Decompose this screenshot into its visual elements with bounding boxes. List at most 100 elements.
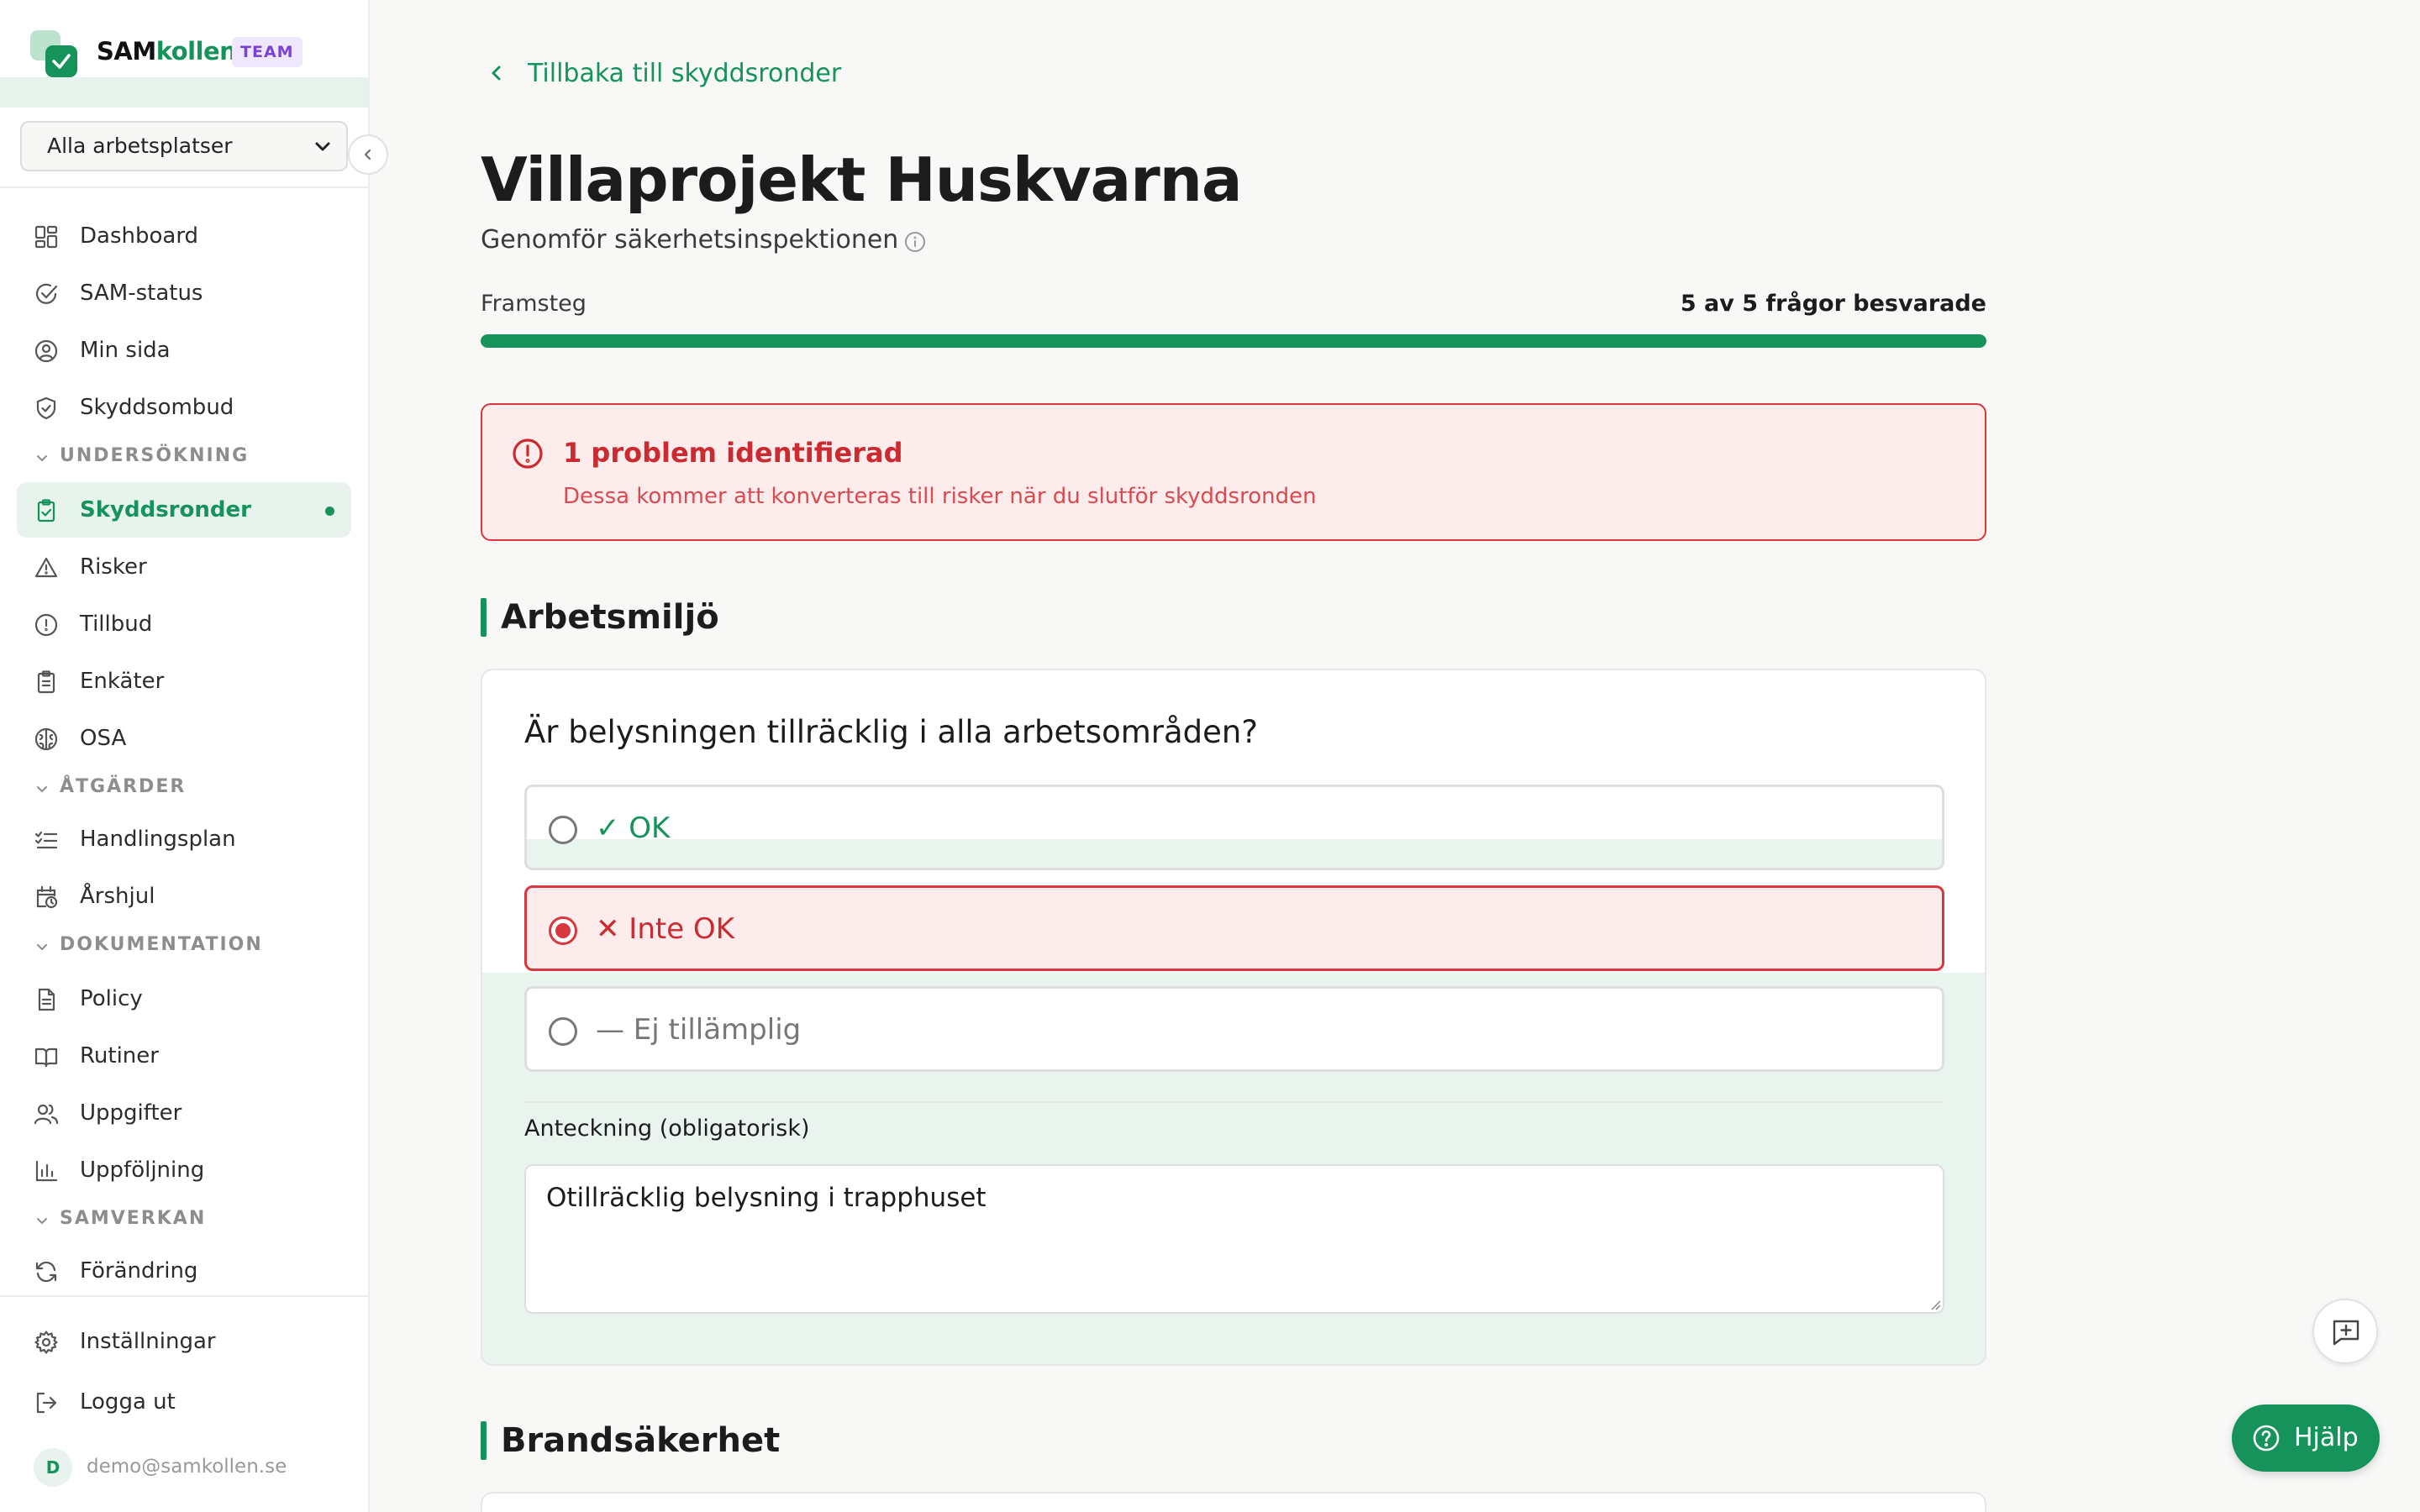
sidebar-item-label: Handlingsplan (80, 827, 236, 852)
radio-button[interactable] (549, 816, 577, 844)
sidebar-item-label: Skyddsombud (80, 395, 234, 420)
document-icon (38, 988, 55, 1011)
avatar: D (34, 1448, 72, 1487)
workplace-select-value: Alla arbetsplatser (47, 134, 233, 158)
clipboard-list-icon (37, 670, 55, 694)
note-label: Anteckning (obligatorisk) (524, 1116, 810, 1142)
sidebar-item-label: Risker (80, 554, 147, 580)
option-label: ✕ Inte OK (596, 912, 734, 946)
resize-grip-icon[interactable] (1929, 1299, 1941, 1310)
section-accent-bar (481, 598, 487, 637)
option-inte-ok[interactable]: ✕ Inte OK (524, 885, 1944, 971)
question-card: Är belysningen tillräcklig i alla arbets… (481, 669, 1986, 1366)
divider (524, 1101, 1944, 1103)
sidebar-item-policy[interactable]: Policy (17, 971, 351, 1026)
help-button[interactable]: Hjälp (2232, 1404, 2380, 1472)
feedback-button[interactable] (2312, 1299, 2378, 1364)
book-open-icon (34, 1047, 58, 1068)
sidebar-item-logga-ut[interactable]: Logga ut (17, 1374, 351, 1430)
sidebar-item-osa[interactable]: OSA (17, 711, 351, 766)
alert-title: 1 problem identifierad (563, 437, 903, 469)
collapse-sidebar-button[interactable] (348, 134, 388, 175)
option-label: — Ej tillämplig (596, 1013, 802, 1047)
alert-text: Dessa kommer att konverteras till risker… (563, 484, 1317, 509)
question-card (481, 1492, 1986, 1512)
radio-button-selected[interactable] (549, 916, 577, 945)
sidebar-item-uppfoljning[interactable]: Uppföljning (17, 1142, 351, 1198)
sidebar-item-label: Dashboard (80, 223, 199, 249)
progress-count: 5 av 5 frågor besvarade (1680, 291, 1986, 317)
bar-chart-icon (35, 1160, 58, 1182)
brain-icon (34, 727, 58, 751)
check-circle-icon (35, 283, 58, 304)
shield-icon (36, 396, 56, 420)
sidebar-item-installningar[interactable]: Inställningar (17, 1314, 351, 1369)
note-textarea[interactable] (524, 1164, 1944, 1314)
radio-button[interactable] (549, 1017, 577, 1046)
sidebar-item-label: Tillbud (80, 612, 153, 637)
sidebar-item-label: Min sida (80, 338, 171, 363)
option-ok[interactable]: ✓ OK (524, 785, 1944, 870)
sidebar-item-enkater[interactable]: Enkäter (17, 654, 351, 709)
sidebar-item-uppgifter[interactable]: Uppgifter (17, 1085, 351, 1141)
chevron-left-icon (492, 66, 501, 81)
sidebar-item-label: Logga ut (80, 1389, 176, 1415)
dashboard-icon (34, 225, 58, 249)
gear-icon (34, 1331, 58, 1354)
sidebar-item-label: Policy (80, 986, 143, 1011)
brand-name: SAMkollen (97, 37, 237, 66)
sidebar-item-label: Årshjul (80, 884, 155, 909)
checklist-icon (34, 831, 58, 849)
sidebar-divider (0, 186, 368, 188)
sidebar-item-sam-status[interactable]: SAM-status (17, 265, 351, 321)
sidebar-item-label: Uppföljning (80, 1158, 205, 1183)
sidebar-item-skyddsombud[interactable]: Skyddsombud (17, 380, 351, 435)
sidebar-item-label: OSA (80, 726, 127, 751)
logout-icon (36, 1392, 57, 1414)
chevron-down-icon (315, 142, 330, 151)
progress-bar-fill (481, 334, 1986, 348)
sidebar: SAMkollen TEAM Alla arbetsplatser Dashbo… (0, 0, 370, 1512)
sidebar-item-skyddsronder[interactable]: Skyddsronder (17, 482, 351, 538)
brand-header: SAMkollen TEAM (0, 0, 368, 108)
sidebar-item-tillbud[interactable]: Tillbud (17, 596, 351, 652)
team-badge: TEAM (232, 37, 302, 67)
sidebar-item-label: Skyddsronder (80, 497, 251, 522)
workplace-select[interactable]: Alla arbetsplatser (20, 121, 348, 171)
sidebar-item-label: Enkäter (80, 669, 165, 694)
sidebar-item-arshjul[interactable]: Årshjul (17, 869, 351, 924)
page-title: Villaprojekt Huskvarna (481, 144, 1243, 215)
user-email: demo@samkollen.se (87, 1456, 287, 1478)
chevron-down-icon (37, 1218, 47, 1225)
sidebar-item-label: Rutiner (80, 1043, 159, 1068)
help-circle-icon (2253, 1425, 2280, 1452)
clipboard-check-icon (37, 499, 55, 522)
question-text: Är belysningen tillräcklig i alla arbets… (524, 714, 1258, 750)
sidebar-item-handlingsplan[interactable]: Handlingsplan (17, 811, 351, 867)
info-icon[interactable] (903, 230, 927, 254)
option-ej-tillamplig[interactable]: — Ej tillämplig (524, 986, 1944, 1072)
sidebar-item-label: Uppgifter (80, 1100, 182, 1126)
sidebar-item-rutiner[interactable]: Rutiner (17, 1028, 351, 1084)
sidebar-item-min-sida[interactable]: Min sida (17, 323, 351, 378)
problem-alert: 1 problem identifierad Dessa kommer att … (481, 403, 1986, 541)
option-label: ✓ OK (596, 811, 671, 845)
progress-bar (481, 334, 1986, 348)
sidebar-item-label: SAM-status (80, 281, 203, 306)
refresh-icon (35, 1261, 57, 1283)
alert-circle-icon (34, 613, 58, 637)
chevron-down-icon (37, 455, 47, 462)
users-icon (34, 1104, 59, 1125)
sidebar-item-label: Förändring (80, 1258, 198, 1284)
alert-circle-icon (513, 438, 543, 469)
sidebar-item-dashboard[interactable]: Dashboard (17, 208, 351, 264)
progress-label: Framsteg (481, 291, 587, 317)
calendar-clock-icon (36, 885, 58, 909)
sidebar-item-forandring[interactable]: Förändring (17, 1243, 351, 1299)
chevron-down-icon (37, 944, 47, 951)
user-circle-icon (34, 339, 58, 363)
warning-triangle-icon (34, 557, 58, 578)
sidebar-divider (0, 1295, 368, 1297)
sidebar-item-risker[interactable]: Risker (17, 539, 351, 595)
chevron-left-icon (365, 150, 371, 160)
